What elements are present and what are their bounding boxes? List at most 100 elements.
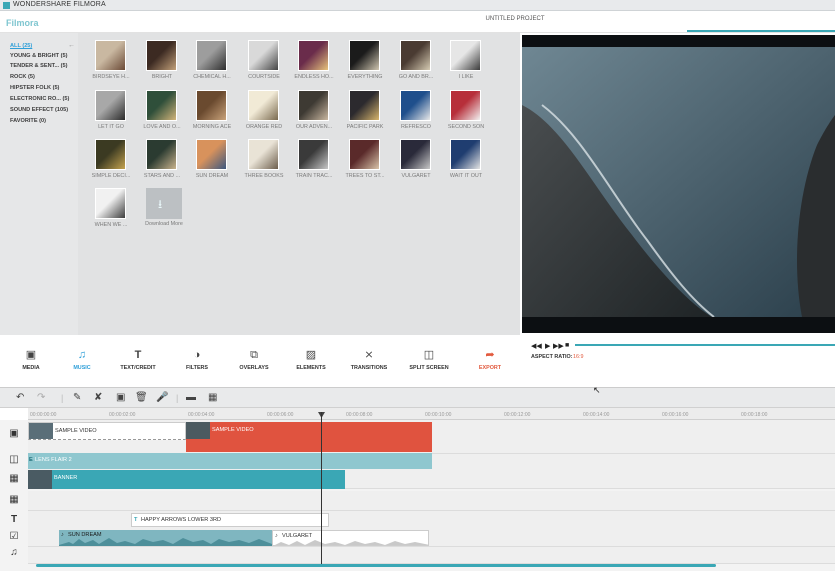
album-title: LET IT GO	[98, 124, 124, 130]
album-thumbnail[interactable]	[450, 40, 481, 71]
music-track	[28, 547, 835, 564]
sidebar-category[interactable]: HIPSTER FOLK (5)	[10, 85, 59, 91]
rewind-icon[interactable]: ◀◀	[531, 342, 542, 350]
ruler-tick-label: 00:00:18:00	[741, 412, 768, 418]
music-clip[interactable]: ♪ SUN DREAM	[59, 530, 272, 546]
ruler-tick-label: 00:00:16:00	[662, 412, 689, 418]
toolbar-export[interactable]: ➦ EXPORT	[463, 350, 517, 372]
toolbar-music[interactable]: ♫ MUSIC	[55, 349, 109, 372]
album-title: COURTSIDE	[248, 74, 280, 80]
voiceover-mic-icon[interactable]: 🎤	[156, 392, 168, 404]
overlay-clip[interactable]: BANNER	[28, 470, 345, 489]
album-thumbnail[interactable]	[298, 40, 329, 71]
sidebar-category[interactable]: ROCK (5)	[10, 74, 35, 80]
text-clip[interactable]: T HAPPY ARROWS LOWER 3RD	[131, 513, 329, 527]
sidebar-category[interactable]: ALL (25)	[10, 43, 32, 49]
toolbar-transitions[interactable]: ⨯ TRANSITIONS	[342, 349, 396, 372]
album-title: THREE BOOKS	[244, 173, 284, 179]
sidebar-category[interactable]: SOUND EFFECT (105)	[10, 107, 68, 113]
split-icon[interactable]: ✘	[94, 392, 102, 404]
toolbar-overlays[interactable]: ⧉ OVERLAYS	[227, 349, 281, 372]
voiceover-track-icon: ☑	[9, 531, 19, 542]
album-thumbnail[interactable]	[400, 139, 431, 170]
overlay-track-2	[28, 491, 835, 511]
album-thumbnail[interactable]	[349, 40, 380, 71]
album-thumbnail[interactable]	[298, 139, 329, 170]
album-thumbnail[interactable]	[146, 40, 177, 71]
crop-icon[interactable]: ▣	[116, 392, 125, 404]
video-clip[interactable]: SAMPLE VIDEO	[28, 422, 186, 440]
play-icon[interactable]: ▶	[545, 342, 550, 350]
album-thumbnail[interactable]	[95, 40, 126, 71]
project-title[interactable]: UNTITLED PROJECT	[470, 16, 560, 22]
album-thumbnail[interactable]	[298, 90, 329, 121]
album-thumbnail[interactable]	[146, 139, 177, 170]
overlays-icon: ⧉	[250, 349, 258, 361]
edit-pencil-icon[interactable]: ✎	[73, 392, 81, 404]
playback-progress-bar[interactable]	[575, 344, 835, 346]
header-accent-bar	[687, 30, 835, 32]
album-thumbnail[interactable]	[248, 90, 279, 121]
scene-detect-icon[interactable]: ▦	[208, 392, 217, 404]
sidebar-category[interactable]: ELECTRONIC RO... (5)	[10, 96, 69, 102]
video-clip-selected[interactable]: SAMPLE VIDEO	[186, 422, 432, 452]
album-thumbnail[interactable]	[400, 90, 431, 121]
toolbar-divider: |	[176, 393, 179, 403]
redo-icon[interactable]: ↷	[37, 392, 45, 404]
album-thumbnail[interactable]	[349, 90, 380, 121]
playhead-line[interactable]	[321, 412, 322, 567]
toolbar-elements[interactable]: ▨ ELEMENTS	[284, 350, 338, 372]
undo-icon[interactable]: ↶	[16, 392, 24, 404]
album-thumbnail[interactable]	[248, 139, 279, 170]
album-title: I LIKE	[458, 74, 474, 80]
album-thumbnail[interactable]	[95, 90, 126, 121]
album-thumbnail[interactable]	[248, 40, 279, 71]
album-thumbnail[interactable]	[196, 40, 227, 71]
toolbar-label: TEXT/CREDIT	[120, 365, 156, 371]
toolbar-label: EXPORT	[478, 365, 502, 371]
album-thumbnail[interactable]	[450, 139, 481, 170]
effect-clip[interactable]: E LENS FLAIR 2	[28, 453, 432, 469]
album-thumbnail[interactable]	[95, 188, 126, 219]
album-title: TREES TO ST...	[345, 173, 385, 179]
sidebar-category[interactable]: TENDER & SENT... (5)	[10, 63, 68, 69]
album-thumbnail[interactable]	[196, 139, 227, 170]
fast-forward-icon[interactable]: ▶▶	[553, 342, 564, 350]
title-bar: WONDERSHARE FILMORA	[0, 0, 835, 11]
album-thumbnail[interactable]	[95, 139, 126, 170]
album-thumbnail[interactable]	[196, 90, 227, 121]
download-more-tile[interactable]: ⭳	[146, 188, 182, 219]
ruler-tick-label: 00:00:12:00	[504, 412, 531, 418]
timeline-scrollbar[interactable]	[36, 564, 716, 567]
zoom-fit-icon[interactable]: ▬	[186, 392, 196, 404]
toolbar-media[interactable]: ▣ MEDIA	[4, 350, 58, 372]
album-thumbnail[interactable]	[349, 139, 380, 170]
album-thumbnail[interactable]	[450, 90, 481, 121]
album-title: MORNING ACE	[192, 124, 232, 130]
music-clip-2[interactable]: ♪ VULGARET	[272, 530, 429, 546]
toolbar-label: ELEMENTS	[296, 365, 326, 371]
text-track-icon: T	[10, 514, 18, 525]
video-track-icon: ▣	[9, 428, 19, 439]
delete-icon[interactable]: 🗑	[135, 392, 148, 404]
stop-icon[interactable]: ■	[565, 342, 569, 349]
album-thumbnail[interactable]	[146, 90, 177, 121]
music-icon: ♫	[77, 349, 87, 361]
toolbar-split-screen[interactable]: ◫ SPLIT SCREEN	[402, 349, 456, 372]
sidebar-category[interactable]: FAVORITE (0)	[10, 118, 46, 124]
transitions-icon: ⨯	[364, 349, 374, 361]
album-title: TRAIN TRAC...	[295, 173, 333, 179]
album-title: VULGARET	[401, 173, 431, 179]
toolbar-text-credit[interactable]: T TEXT/CREDIT	[111, 350, 165, 372]
sidebar-category[interactable]: YOUNG & BRIGHT (5)	[10, 53, 68, 59]
ruler-tick-label: 00:00:00:00	[30, 412, 57, 418]
collapse-arrow-icon[interactable]: ←	[68, 42, 75, 49]
split-screen-icon: ◫	[423, 349, 435, 361]
album-title: OUR ADVEN...	[295, 124, 333, 130]
album-title: GO AND BR...	[398, 74, 434, 80]
album-title: WHEN WE ...	[94, 222, 128, 228]
toolbar-filters[interactable]: ◑ FILTERS	[170, 350, 224, 372]
clip-thumbnail	[28, 470, 52, 489]
album-thumbnail[interactable]	[400, 40, 431, 71]
aspect-ratio-value[interactable]: 16:9	[573, 354, 584, 360]
